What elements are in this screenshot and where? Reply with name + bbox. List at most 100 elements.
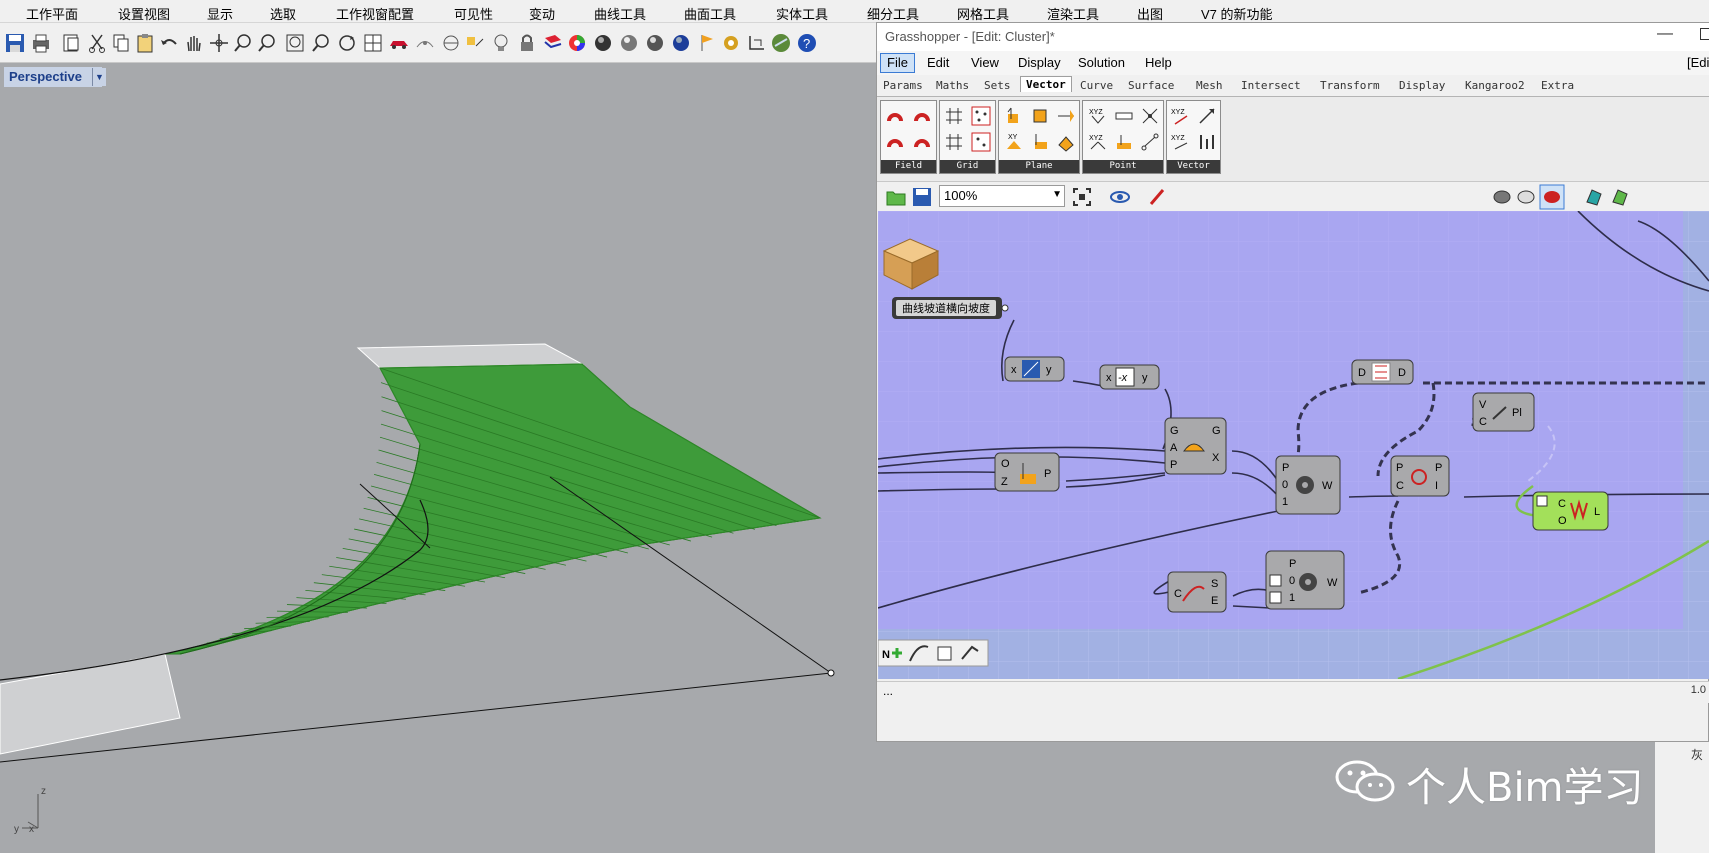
pan-hand-icon[interactable] — [182, 32, 204, 54]
save-icon[interactable] — [4, 32, 26, 54]
tab-display[interactable]: 显示 — [207, 4, 233, 23]
panel-vector-label[interactable]: Vector — [1167, 160, 1220, 173]
preview-eye-icon[interactable] — [1109, 186, 1131, 208]
dimension-tool-icon[interactable] — [746, 32, 768, 54]
viewport-title[interactable]: Perspective — [4, 67, 102, 87]
panel-plane-label[interactable]: Plane — [999, 160, 1079, 173]
menu-edit[interactable]: Edit — [927, 55, 949, 70]
move-view-icon[interactable] — [208, 32, 230, 54]
plane-xy-icon[interactable]: XY — [1003, 131, 1025, 153]
open-file-icon[interactable] — [885, 186, 907, 208]
point-xyz-icon[interactable]: XYZ — [1087, 105, 1109, 127]
grid-rect-icon[interactable] — [943, 105, 965, 127]
field-point-icon[interactable] — [884, 131, 906, 153]
four-view-icon[interactable] — [362, 32, 384, 54]
preview-mode-wire-icon[interactable] — [1491, 186, 1513, 208]
tab-mesh-tools[interactable]: 网格工具 — [957, 4, 1009, 23]
slope-panel-node[interactable]: 曲线坡道横向坡度 — [892, 297, 1009, 319]
grid-random-icon[interactable] — [970, 105, 992, 127]
lock-icon[interactable] — [516, 32, 538, 54]
tab-render-tools[interactable]: 渲染工具 — [1047, 4, 1099, 23]
zoom-window-icon[interactable] — [256, 32, 278, 54]
viewport-menu-arrow-icon[interactable]: ▼ — [92, 68, 106, 86]
grasshopper-icon[interactable] — [770, 32, 792, 54]
tab-mesh[interactable]: Mesh — [1196, 79, 1223, 92]
blue-sphere-icon[interactable] — [670, 32, 692, 54]
dimension-icon[interactable] — [414, 32, 436, 54]
node-rotate[interactable]: G A P G X — [1164, 417, 1227, 475]
field-magnet-icon[interactable] — [884, 105, 906, 127]
grid-square-icon[interactable] — [943, 131, 965, 153]
node-function-1[interactable]: x y — [1004, 356, 1065, 382]
snap-icon[interactable] — [464, 32, 486, 54]
rotate-view-icon[interactable] — [336, 32, 358, 54]
print-icon[interactable] — [30, 32, 52, 54]
preview-mesh-icon[interactable] — [1583, 186, 1605, 208]
vector-amplitude-icon[interactable] — [1196, 131, 1218, 153]
panel-grid-label[interactable]: Grid — [940, 160, 995, 173]
preview-mode-selected-icon[interactable] — [1539, 184, 1565, 210]
tab-transform[interactable]: 变动 — [529, 4, 555, 23]
vector-deconstruct-icon[interactable]: XYZ — [1170, 131, 1192, 153]
node-data-list[interactable]: D D — [1351, 359, 1414, 385]
panel-point-label[interactable]: Point — [1083, 160, 1163, 173]
plane-rotate-icon[interactable] — [1055, 131, 1077, 153]
sphere-icon[interactable] — [592, 32, 614, 54]
field-line-icon[interactable] — [911, 131, 933, 153]
minimize-icon[interactable]: — — [1657, 25, 1673, 43]
plane-align-icon[interactable] — [1003, 105, 1025, 127]
gear-icon[interactable] — [720, 32, 742, 54]
tab-set-view[interactable]: 设置视图 — [118, 4, 170, 23]
material-sphere-icon[interactable] — [644, 32, 666, 54]
node-weave-2[interactable]: P 0 1 W — [1265, 550, 1345, 610]
point-plane-icon[interactable] — [1113, 131, 1135, 153]
node-negative[interactable]: x -x y — [1099, 364, 1160, 390]
tab-select[interactable]: 选取 — [270, 4, 296, 23]
sketch-pen-icon[interactable] — [1147, 186, 1169, 208]
cut-icon[interactable] — [86, 32, 108, 54]
tab-kangaroo2[interactable]: Kangaroo2 — [1465, 79, 1525, 92]
node-end-points[interactable]: C S E — [1167, 571, 1227, 613]
tab-surface[interactable]: Surface — [1128, 79, 1174, 92]
point-network-icon[interactable] — [1139, 131, 1161, 153]
flag-icon[interactable] — [696, 32, 718, 54]
zoom-selected-icon[interactable] — [310, 32, 332, 54]
tab-drafting[interactable]: 出图 — [1137, 4, 1163, 23]
tab-vector[interactable]: Vector — [1020, 76, 1072, 92]
vector-xyz-icon[interactable]: XYZ — [1170, 105, 1192, 127]
tab-intersect[interactable]: Intersect — [1241, 79, 1301, 92]
point-deconstruct-icon[interactable]: XYZ — [1087, 131, 1109, 153]
menu-view[interactable]: View — [971, 55, 999, 70]
preview-mode-shaded-icon[interactable] — [1515, 186, 1537, 208]
tab-subd-tools[interactable]: 细分工具 — [867, 4, 919, 23]
field-spin-icon[interactable] — [911, 105, 933, 127]
node-loft-green[interactable]: C O L — [1532, 491, 1609, 531]
zoom-in-icon[interactable] — [232, 32, 254, 54]
tab-transform[interactable]: Transform — [1320, 79, 1380, 92]
tab-workplane[interactable]: 工作平面 — [26, 4, 78, 23]
plane-origin-icon[interactable] — [1029, 105, 1051, 127]
help-icon[interactable]: ? — [796, 32, 818, 54]
save-file-icon[interactable] — [911, 186, 933, 208]
zoom-select[interactable]: 100% ▼ — [939, 185, 1065, 207]
color-wheel-icon[interactable] — [566, 32, 588, 54]
light-bulb-icon[interactable] — [490, 32, 512, 54]
tab-curve-tools[interactable]: 曲线工具 — [594, 4, 646, 23]
menu-solution[interactable]: Solution — [1078, 55, 1125, 70]
tab-new-in-v7[interactable]: V7 的新功能 — [1201, 4, 1273, 23]
plane-construct-icon[interactable] — [1029, 131, 1051, 153]
tab-display-gh[interactable]: Display — [1399, 79, 1445, 92]
node-weave-1[interactable]: P 0 1 W — [1275, 455, 1341, 515]
paste-icon[interactable] — [134, 32, 156, 54]
maximize-icon[interactable] — [1700, 28, 1709, 40]
zoom-extents-icon[interactable] — [284, 32, 306, 54]
menu-help[interactable]: Help — [1145, 55, 1172, 70]
undo-icon[interactable] — [158, 32, 180, 54]
rhino-perspective-viewport[interactable] — [0, 64, 880, 853]
layer-book-icon[interactable] — [542, 32, 564, 54]
gh-canvas[interactable]: 曲线坡道横向坡度 x y x -x y D D G A P G X O Z P … — [878, 211, 1709, 679]
point-closest-icon[interactable] — [1139, 105, 1161, 127]
vector-2pt-icon[interactable] — [1196, 105, 1218, 127]
node-plane-normal[interactable]: O Z P — [994, 452, 1060, 492]
open-document-icon[interactable] — [60, 32, 82, 54]
